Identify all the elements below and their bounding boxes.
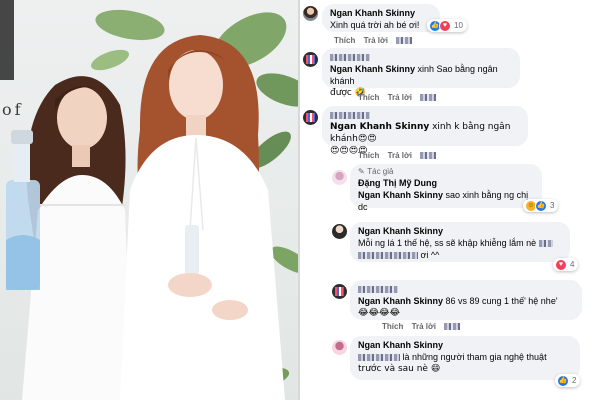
comment-5: Ngan Khanh Skinny Mỗi ng lá 1 thế hệ, ss… xyxy=(300,220,600,276)
reaction-summary[interactable]: ☺ 👍 3 xyxy=(523,199,559,212)
comment-3: Ngan Khanh Skinny xinh k bằng ngân khánh… xyxy=(300,104,600,162)
reaction-summary[interactable]: 👍 ♥ 10 xyxy=(427,19,467,32)
comment-text-b: ơi ^^ xyxy=(420,250,440,260)
reaction-summary[interactable]: 👍 2 xyxy=(555,374,581,387)
comment-bubble: Ngan Khanh Skinny Mỗi ng lá 1 thế hệ, ss… xyxy=(350,222,570,262)
reply-link[interactable]: Trả lời xyxy=(388,151,412,160)
redacted-text xyxy=(538,240,553,248)
comment-bubble: Ngan Khanh Skinny 86 vs 89 cung 1 thế' h… xyxy=(350,280,582,320)
avatar[interactable] xyxy=(332,170,347,185)
comment-author[interactable]: Đặng Thị Mỹ Dung xyxy=(358,177,534,189)
comment-text-line2: trước và sau nè 😄 xyxy=(358,364,441,374)
comment-author-redacted xyxy=(330,51,512,63)
love-reaction-icon: ♥ xyxy=(439,19,451,32)
comment-bubble: ✎ Tác giả Đặng Thị Mỹ Dung Ngan Khanh Sk… xyxy=(350,164,542,212)
avatar[interactable] xyxy=(332,340,347,355)
pen-icon: ✎ xyxy=(358,167,368,176)
avatar[interactable] xyxy=(303,52,318,67)
mention-tag[interactable]: Ngan Khanh Skinny xyxy=(330,64,415,74)
avatar[interactable] xyxy=(332,224,347,239)
comment-text-a: 86 vs 89 cung 1 thế' hệ nhe' xyxy=(443,296,558,306)
comment-2: Ngan Khanh Skinny xinh Sao bằng ngân khá… xyxy=(300,46,600,104)
reaction-count: 2 xyxy=(572,376,577,385)
comment-author-redacted xyxy=(330,109,520,121)
comment-actions: Thích Trả lời xyxy=(382,322,466,331)
comment-7: Ngan Khanh Skinny là những người tham gi… xyxy=(300,334,600,398)
redacted-timestamp xyxy=(444,323,461,331)
redacted-mention xyxy=(358,252,418,260)
redacted-author xyxy=(330,112,370,120)
comment-text-line2: 😂😂😂😂 xyxy=(358,308,401,318)
comment-bubble: Ngan Khanh Skinny xinh k bằng ngân khánh… xyxy=(322,106,528,156)
mention-tag[interactable]: Ngan Khanh Skinny xyxy=(358,190,443,200)
like-link[interactable]: Thích xyxy=(358,151,379,160)
mention-tag[interactable]: Ngan Khanh Skinny xyxy=(358,296,443,306)
redacted-timestamp xyxy=(420,152,437,160)
comment-author[interactable]: Ngan Khanh Skinny xyxy=(358,339,572,351)
redacted-author xyxy=(358,286,398,294)
redacted-timestamp xyxy=(396,37,413,45)
reaction-summary[interactable]: ♥ 4 xyxy=(553,258,579,271)
comment-text-line1: Mỗi ng lá 1 thế hệ, ss sẽ khập khiễng lắ… xyxy=(358,237,562,249)
reply-link[interactable]: Trả lời xyxy=(412,322,436,331)
avatar[interactable] xyxy=(303,6,318,21)
reply-link[interactable]: Trả lời xyxy=(364,36,388,45)
author-badge: ✎ Tác giả xyxy=(358,167,534,177)
comment-6: Ngan Khanh Skinny 86 vs 89 cung 1 thế' h… xyxy=(300,278,600,332)
comment-author[interactable]: Ngan Khanh Skinny xyxy=(358,225,562,237)
like-link[interactable]: Thích xyxy=(334,36,355,45)
comment-text-line2: ơi ^^ xyxy=(358,249,562,261)
love-reaction-icon: ♥ xyxy=(555,258,567,271)
avatar[interactable] xyxy=(332,284,347,299)
redacted-author xyxy=(330,54,370,62)
like-link[interactable]: Thích xyxy=(382,322,403,331)
comment-1: Ngan Khanh Skinny Xinh quá trời ah bé ơi… xyxy=(300,2,600,45)
like-reaction-icon: 👍 xyxy=(535,199,547,212)
like-reaction-icon: 👍 xyxy=(557,374,569,387)
comment-text: Ngan Khanh Skinny 86 vs 89 cung 1 thế' h… xyxy=(358,295,574,307)
like-link[interactable]: Thích xyxy=(358,93,379,102)
comment-actions: Thích Trả lời xyxy=(358,151,442,160)
redacted-timestamp xyxy=(420,94,437,102)
comment-text-a: Mỗi ng lá 1 thế hệ, ss sẽ khập khiễng lắ… xyxy=(358,238,537,248)
redacted-mention xyxy=(358,354,400,362)
comment-4: ✎ Tác giả Đặng Thị Mỹ Dung Ngan Khanh Sk… xyxy=(300,162,600,220)
comment-bubble: Ngan Khanh Skinny là những người tham gi… xyxy=(350,336,580,380)
promo-photo: of xyxy=(0,0,298,400)
comment-author[interactable]: Ngan Khanh Skinny xyxy=(330,7,432,19)
avatar[interactable] xyxy=(303,110,318,125)
reaction-count: 4 xyxy=(570,260,575,269)
reaction-count: 3 xyxy=(550,201,555,210)
reaction-count: 10 xyxy=(454,21,463,30)
comment-text: Ngan Khanh Skinny xinh k bằng ngân khánh… xyxy=(330,121,520,145)
comment-text: Xinh quá trời ah bé ơi! xyxy=(330,20,420,30)
comment-bubble: Ngan Khanh Skinny xinh Sao bằng ngân khá… xyxy=(322,48,520,98)
author-tag-label: Tác giả xyxy=(367,167,394,176)
comment-author-redacted xyxy=(358,283,574,295)
comment-actions: Thích Trả lời xyxy=(358,93,442,102)
comment-text: Ngan Khanh Skinny sao xinh bằng ng chị d… xyxy=(358,189,534,213)
comment-text-a: là những người tham gia nghệ thuật xyxy=(402,352,547,362)
comment-actions: Thích Trả lời xyxy=(334,36,418,45)
comments-panel: Ngan Khanh Skinny Xinh quá trời ah bé ơi… xyxy=(300,0,600,400)
mention-tag[interactable]: Ngan Khanh Skinny xyxy=(330,122,429,132)
photo-brand-text: of xyxy=(2,100,24,119)
comment-text-line1: là những người tham gia nghệ thuật xyxy=(358,351,572,363)
reply-link[interactable]: Trả lời xyxy=(388,93,412,102)
comment-bubble: Ngan Khanh Skinny Xinh quá trời ah bé ơi… xyxy=(322,4,440,32)
photo-illustration xyxy=(0,0,298,400)
comment-text: Ngan Khanh Skinny xinh Sao bằng ngân khá… xyxy=(330,63,512,87)
